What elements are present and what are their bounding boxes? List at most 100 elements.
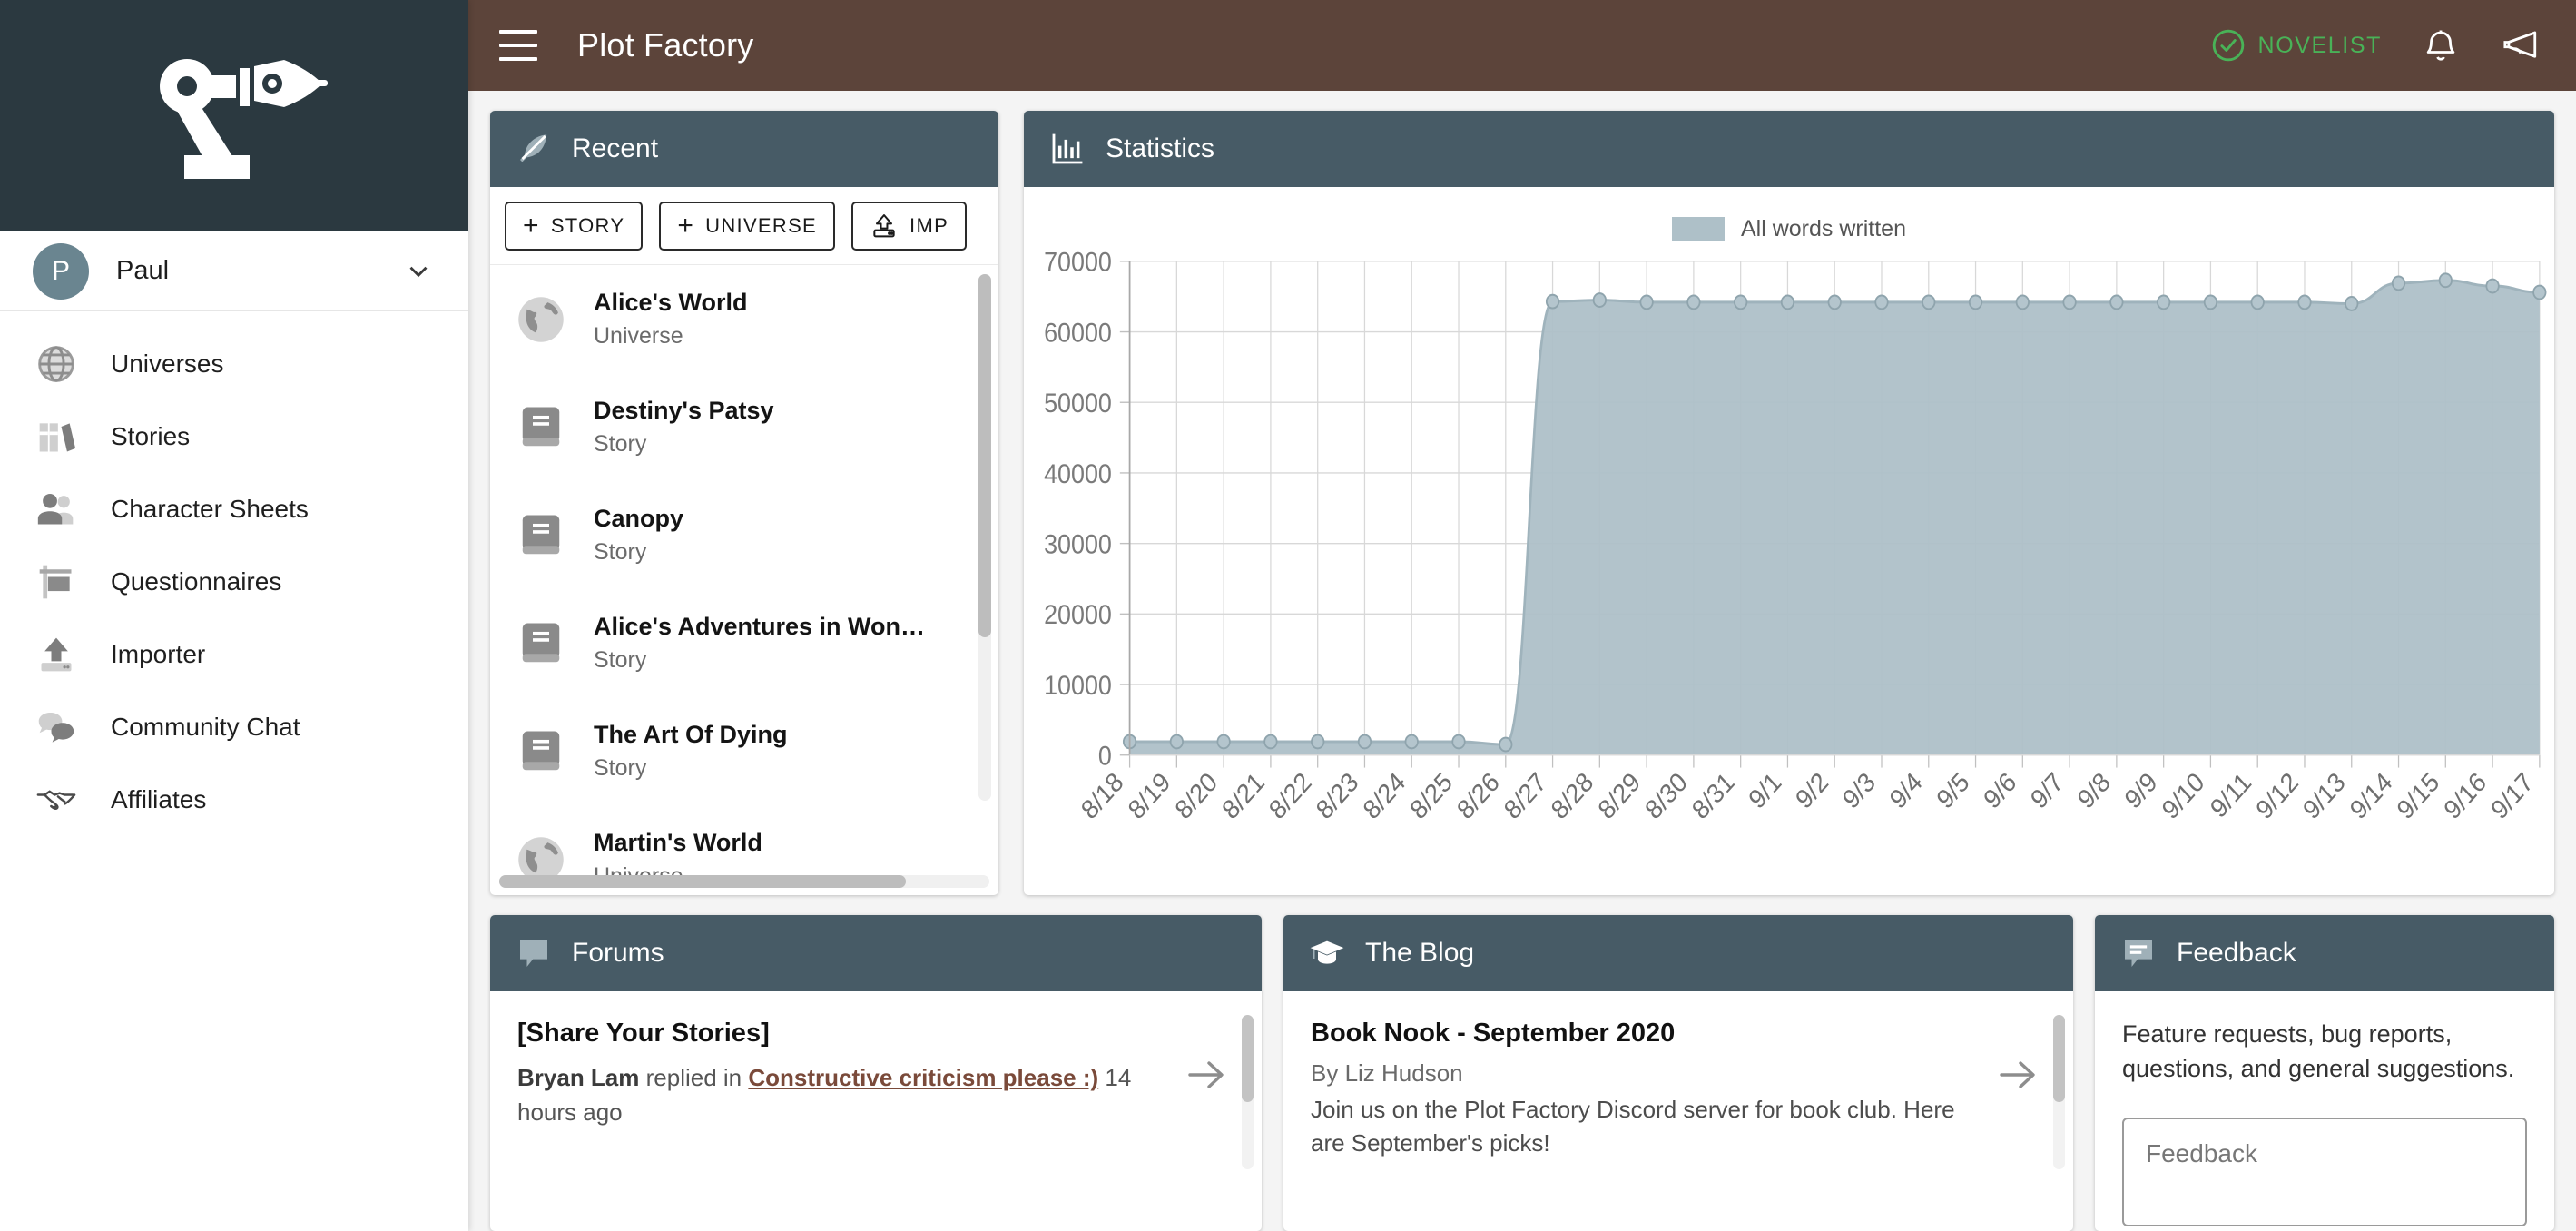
sidebar-item-importer[interactable]: Importer	[0, 618, 468, 691]
svg-text:0: 0	[1098, 740, 1112, 771]
globe-thumb-icon	[516, 294, 566, 345]
feedback-card-body: Feature requests, bug reports, questions…	[2095, 991, 2554, 1231]
list-item[interactable]: Canopy Story	[490, 481, 998, 589]
list-item-text: Canopy Story	[594, 505, 683, 566]
forums-card-header: Forums	[490, 915, 1262, 991]
list-item-text: Alice's World Universe	[594, 289, 747, 350]
sidebar-item-affiliates[interactable]: Affiliates	[0, 763, 468, 836]
forums-card-body: [Share Your Stories] Bryan Lam replied i…	[490, 991, 1262, 1231]
svg-text:8/26: 8/26	[1451, 766, 1504, 825]
recent-card-title: Recent	[572, 133, 658, 164]
list-item-title: Destiny's Patsy	[594, 397, 774, 424]
header-actions: NOVELIST	[2211, 25, 2542, 66]
sidebar-item-label: Character Sheets	[111, 495, 309, 524]
sidebar-item-character-sheets[interactable]: Character Sheets	[0, 473, 468, 546]
speech-bubble-icon	[514, 933, 554, 973]
blog-scrollbar[interactable]	[2053, 1015, 2065, 1169]
feedback-description: Feature requests, bug reports, questions…	[2122, 1017, 2527, 1087]
add-universe-button[interactable]: + UNIVERSE	[659, 202, 835, 251]
feedback-card-header: Feedback	[2095, 915, 2554, 991]
svg-text:8/27: 8/27	[1499, 766, 1551, 825]
list-item-title: Canopy	[594, 505, 683, 532]
list-item[interactable]: Alice's Adventures in Won… Story	[490, 589, 998, 697]
plan-badge[interactable]: NOVELIST	[2211, 28, 2382, 63]
feedback-input[interactable]	[2122, 1118, 2527, 1226]
announcements-button[interactable]	[2500, 25, 2542, 66]
bottom-row: Forums [Share Your Stories] Bryan Lam re…	[490, 915, 2554, 1231]
blog-next-button[interactable]	[1990, 1053, 2046, 1097]
svg-text:40000: 40000	[1044, 458, 1112, 489]
blog-post-title: Book Nook - September 2020	[1311, 1017, 1971, 1050]
page-title: Plot Factory	[577, 26, 753, 64]
svg-text:20000: 20000	[1044, 599, 1112, 630]
signpost-icon	[27, 562, 85, 602]
notifications-button[interactable]	[2420, 25, 2462, 66]
list-item[interactable]: Alice's World Universe	[490, 265, 998, 373]
sidebar-nav: Universes Stories	[0, 311, 468, 836]
recent-actions-toolbar: + STORY + UNIVERSE	[490, 187, 998, 265]
recent-horizontal-scrollbar[interactable]	[499, 875, 989, 888]
svg-text:9/2: 9/2	[1790, 766, 1834, 814]
import-button[interactable]: IMP	[851, 202, 967, 251]
svg-text:9/3: 9/3	[1837, 766, 1881, 814]
main-area: Plot Factory NOVELIST	[468, 0, 2576, 1231]
dashboard-content: Recent + STORY + UNIVERSE	[468, 91, 2576, 1231]
recent-card: Recent + STORY + UNIVERSE	[490, 111, 998, 895]
forum-post-author: Bryan Lam	[517, 1064, 639, 1091]
svg-text:9/5: 9/5	[1931, 766, 1974, 814]
plus-icon: +	[677, 212, 694, 240]
area-chart-svg: 0100002000030000400005000060000700008/18…	[1024, 249, 2554, 895]
forums-card: Forums [Share Your Stories] Bryan Lam re…	[490, 915, 1262, 1231]
list-item[interactable]: The Art Of Dying Story	[490, 697, 998, 805]
app-logo[interactable]	[0, 0, 468, 231]
svg-text:9/17: 9/17	[2485, 766, 2538, 825]
sidebar-item-label: Questionnaires	[111, 567, 281, 596]
svg-text:8/21: 8/21	[1216, 766, 1269, 825]
svg-text:8/30: 8/30	[1639, 766, 1692, 825]
upload-icon	[27, 635, 85, 675]
blog-post[interactable]: Book Nook - September 2020 By Liz Hudson…	[1311, 1017, 2046, 1159]
feedback-card-title: Feedback	[2177, 938, 2296, 969]
recent-vertical-scrollbar[interactable]	[978, 274, 991, 801]
plus-icon: +	[523, 212, 540, 240]
svg-text:8/24: 8/24	[1357, 766, 1410, 825]
sidebar-item-label: Community Chat	[111, 713, 300, 742]
list-item-title: Martin's World	[594, 829, 762, 856]
list-item-text: Alice's Adventures in Won… Story	[594, 613, 925, 674]
book-thumb-icon	[516, 510, 566, 561]
add-story-label: STORY	[551, 214, 625, 238]
sidebar-item-universes[interactable]: Universes	[0, 328, 468, 400]
sidebar-item-questionnaires[interactable]: Questionnaires	[0, 546, 468, 618]
add-story-button[interactable]: + STORY	[505, 202, 643, 251]
list-item-type: Universe	[594, 323, 747, 350]
forums-scrollbar[interactable]	[1242, 1015, 1254, 1169]
forums-next-button[interactable]	[1178, 1053, 1234, 1097]
forum-post[interactable]: [Share Your Stories] Bryan Lam replied i…	[517, 1017, 1234, 1129]
svg-text:9/9: 9/9	[2119, 766, 2162, 814]
chat-bubbles-icon	[27, 707, 85, 747]
chevron-down-icon[interactable]	[403, 256, 434, 287]
svg-text:8/23: 8/23	[1311, 766, 1363, 825]
svg-text:9/4: 9/4	[1883, 766, 1927, 814]
svg-text:9/14: 9/14	[2345, 766, 2397, 825]
list-item-type: Story	[594, 539, 683, 566]
app-root: P Paul Universes	[0, 0, 2576, 1231]
blog-card: The Blog Book Nook - September 2020 By L…	[1283, 915, 2073, 1231]
hamburger-menu-icon[interactable]	[499, 30, 537, 61]
sidebar-item-stories[interactable]: Stories	[0, 400, 468, 473]
plan-label: NOVELIST	[2258, 33, 2382, 59]
sidebar-item-community-chat[interactable]: Community Chat	[0, 691, 468, 763]
forum-post-thread-link[interactable]: Constructive criticism please :)	[748, 1064, 1098, 1091]
people-icon	[27, 489, 85, 529]
list-item[interactable]: Destiny's Patsy Story	[490, 373, 998, 481]
user-menu[interactable]: P Paul	[0, 231, 468, 311]
arrow-right-icon	[1996, 1053, 2040, 1097]
avatar: P	[33, 243, 89, 300]
legend-label: All words written	[1741, 216, 1906, 242]
megaphone-icon	[2502, 26, 2540, 64]
svg-text:60000: 60000	[1044, 317, 1112, 348]
svg-text:9/7: 9/7	[2025, 766, 2069, 814]
feather-icon	[514, 129, 554, 169]
svg-text:8/31: 8/31	[1686, 766, 1739, 825]
svg-text:9/10: 9/10	[2157, 766, 2209, 825]
